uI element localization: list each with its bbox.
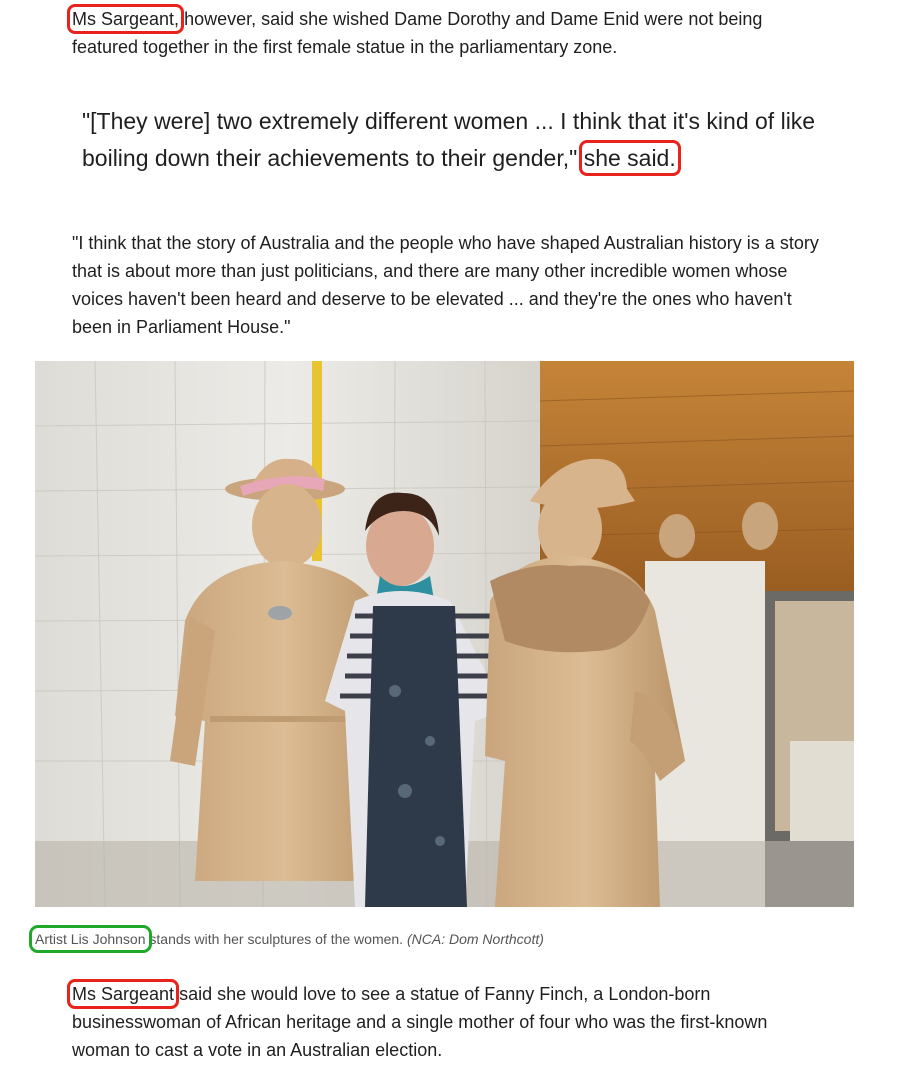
paragraph-3-text: said she would love to see a statue of F… — [72, 984, 768, 1060]
paragraph-2: "I think that the story of Australia and… — [72, 233, 819, 337]
paragraph-1: Ms Sargeant, however, said she wished Da… — [66, 4, 822, 61]
photo-credit: (NCA: Dom Northcott) — [406, 931, 544, 947]
sculpture-photo-illustration — [35, 361, 854, 907]
paragraph-3: Ms Sargeant said she would love to see a… — [66, 979, 822, 1064]
pull-quote-text: "[They were] two extremely different wom… — [82, 108, 816, 171]
speaker-highlight-ms-sargeant-2: Ms Sargeant — [66, 979, 180, 1009]
speaker-highlight-ms-sargeant: Ms Sargeant, — [66, 4, 185, 34]
pull-quote: "[They were] two extremely different wom… — [82, 103, 822, 177]
photo-caption: Artist Lis Johnson stands with her sculp… — [29, 925, 855, 953]
caption-subject-highlight: Artist Lis Johnson — [29, 925, 152, 953]
caption-text: stands with her sculptures of the women. — [145, 931, 407, 947]
article-photo — [35, 361, 854, 907]
quote-attribution-highlight: she said. — [578, 140, 681, 176]
